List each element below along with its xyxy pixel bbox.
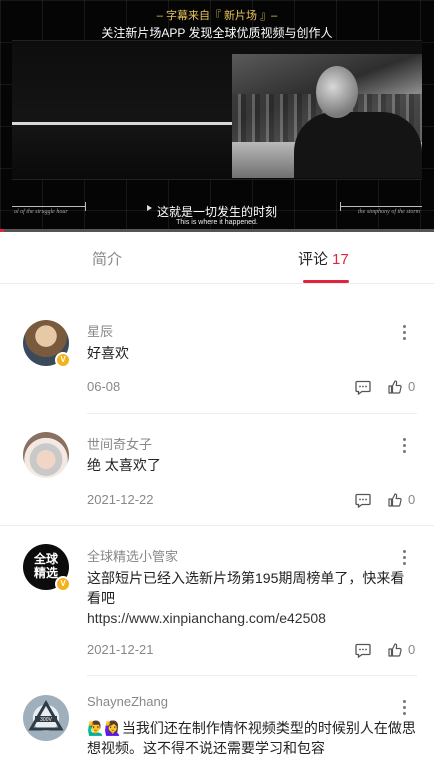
comment-text: 好喜欢 (87, 345, 129, 361)
video-horizon-line (12, 122, 232, 125)
verified-badge: V (55, 576, 71, 592)
comment-text: 绝 太喜欢了 (87, 457, 161, 473)
comment-date: 2021-12-21 (87, 642, 154, 657)
video-scene-image (232, 54, 422, 178)
video-player[interactable]: – 字幕来自『 新片场 』– 关注新片场APP 发现全球优质视频与创作人 ol … (0, 0, 434, 232)
comment-divider (87, 413, 417, 414)
reply-icon[interactable] (355, 643, 371, 658)
more-options-icon[interactable] (399, 324, 409, 340)
like-count: 0 (408, 379, 416, 394)
comment-username[interactable]: 星辰 (87, 321, 113, 340)
comment-text: 🙋‍♂️🙋‍♀️当我们还在制作情怀视频类型的时候别人在做思想视频。这不得不说还需… (87, 720, 416, 756)
detail-tabs: 简介 评论 17 (0, 232, 434, 284)
comment-text-body: 这部短片已经入选新片场第195期周榜单了，快来看看吧 (87, 570, 405, 606)
avatar[interactable] (23, 432, 69, 478)
comment-divider (0, 525, 434, 526)
active-tab-indicator (303, 280, 349, 283)
avatar-text-line1: 全球 (33, 552, 58, 566)
avatar[interactable]: V (23, 320, 71, 368)
comment-date: 2021-12-22 (87, 492, 154, 507)
like-icon[interactable] (388, 643, 402, 657)
reply-icon[interactable] (355, 380, 371, 395)
video-source-note: – 字幕来自『 新片场 』– (156, 10, 278, 22)
like-icon[interactable] (388, 380, 402, 394)
video-promo-title: 关注新片场APP 发现全球优质视频与创作人 (101, 26, 333, 40)
like-icon[interactable] (388, 493, 402, 507)
comment-date: 06-08 (87, 379, 121, 394)
reply-icon[interactable] (355, 493, 371, 508)
like-count: 0 (408, 642, 416, 657)
comment-username[interactable]: 全球精选小管家 (87, 546, 178, 565)
avatar[interactable]: 全球 精选 V (23, 544, 71, 592)
tab-comments-label: 评论 (298, 251, 329, 268)
scene-man-body (294, 112, 422, 178)
verified-badge: V (55, 352, 71, 368)
avatar-logo-text: 300V (40, 717, 52, 723)
like-count: 0 (408, 492, 416, 507)
comment-username[interactable]: 世间奇女子 (87, 434, 152, 453)
scene-man-head (316, 66, 358, 118)
comment-link[interactable]: https://www.xinpianchang.com/e42508 (87, 608, 417, 628)
more-options-icon[interactable] (399, 437, 409, 453)
video-subtitle-zh: 这就是一切发生的时刻 (156, 205, 277, 219)
comments-count: 17 (332, 251, 349, 268)
tab-intro[interactable]: 简介 (92, 248, 122, 269)
avatar-logo: 300V (28, 699, 64, 731)
avatar[interactable]: 300V (23, 695, 69, 741)
more-options-icon[interactable] (399, 699, 409, 715)
tab-intro-label: 简介 (92, 251, 123, 268)
more-options-icon[interactable] (399, 549, 409, 565)
tab-comments[interactable]: 评论 17 (298, 248, 349, 269)
comment-username[interactable]: ShayneZhang (87, 694, 168, 709)
comment-divider (87, 675, 417, 676)
comment-text: 这部短片已经入选新片场第195期周榜单了，快来看看吧 https://www.x… (87, 568, 417, 628)
video-subtitle-en: This is where it happened. (176, 219, 258, 226)
